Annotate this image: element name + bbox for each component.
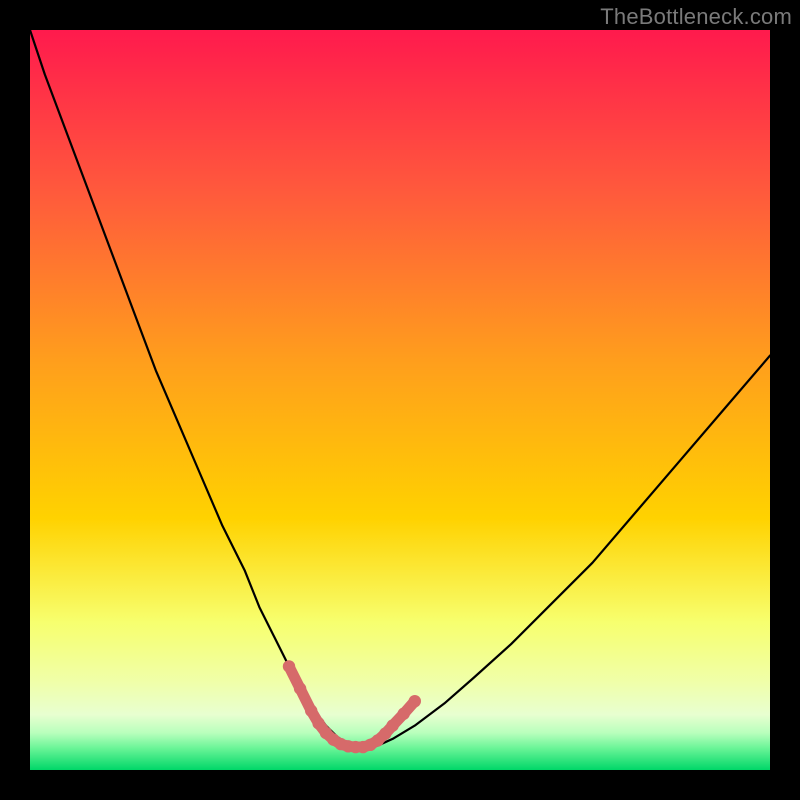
- trough-marker-dot: [386, 719, 398, 731]
- chart-frame: TheBottleneck.com: [0, 0, 800, 800]
- trough-marker-dot: [409, 695, 421, 707]
- gradient-background: [30, 30, 770, 770]
- trough-marker-dot: [283, 660, 295, 672]
- watermark-text: TheBottleneck.com: [600, 4, 792, 30]
- trough-marker-dot: [294, 682, 306, 694]
- bottleneck-chart: [30, 30, 770, 770]
- trough-marker-dot: [305, 705, 317, 717]
- trough-marker-dot: [398, 708, 410, 720]
- plot-area: [30, 30, 770, 770]
